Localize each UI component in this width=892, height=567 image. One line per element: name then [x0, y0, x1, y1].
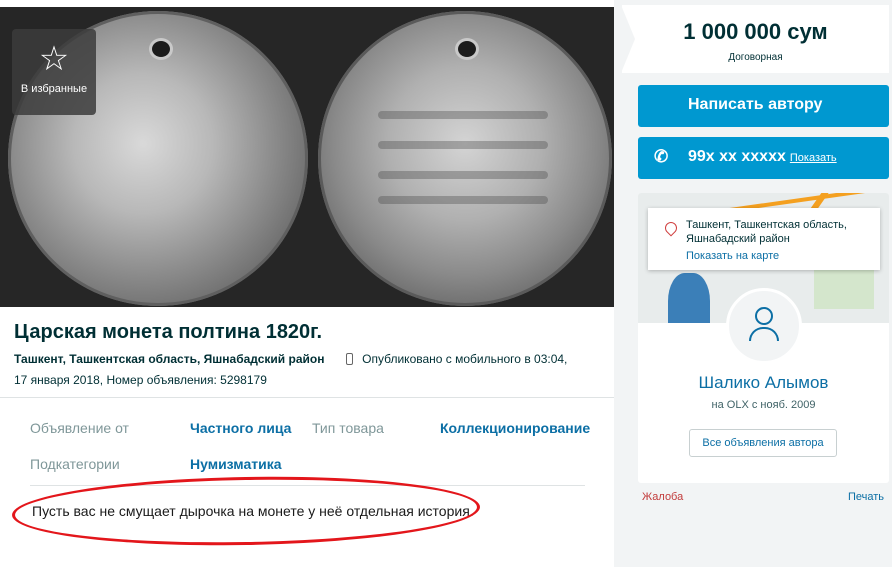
print-link[interactable]: Печать — [848, 491, 884, 503]
user-icon — [755, 307, 773, 325]
param-value-from[interactable]: Частного лица — [190, 420, 291, 436]
map-park — [814, 269, 874, 309]
author-card: Ташкент, Ташкентская область, Яшнабадски… — [638, 193, 889, 483]
coin-reverse-image — [318, 11, 612, 306]
param-value-type[interactable]: Коллекционирование — [440, 420, 590, 436]
price: 1 000 000 сум — [683, 19, 828, 44]
author-name[interactable]: Шалико Алымов — [638, 373, 889, 393]
phone-icon: ✆ — [654, 147, 669, 166]
published-label: Опубликовано с мобильного — [362, 352, 521, 366]
write-author-button[interactable]: Написать автору — [638, 85, 889, 127]
coin-hole — [458, 41, 476, 57]
coin-inscription — [378, 141, 548, 149]
published-time: в 03:04, — [524, 352, 568, 366]
location-text: Ташкент, Ташкентская область, Яшнабадски… — [686, 219, 847, 245]
listing-photo[interactable]: ☆ В избранные — [0, 7, 614, 307]
show-phone-link[interactable]: Показать — [790, 152, 837, 164]
coin-inscription — [378, 111, 548, 119]
show-on-map-link[interactable]: Показать на карте — [686, 250, 779, 262]
add-to-favorites-button[interactable]: ☆ В избранные — [12, 29, 96, 115]
listing-location: Ташкент, Ташкентская область, Яшнабадски… — [14, 352, 325, 366]
star-icon: ☆ — [38, 40, 70, 78]
phone-number: 99x xx xxxxx — [688, 148, 786, 165]
location-popup: Ташкент, Ташкентская область, Яшнабадски… — [648, 208, 880, 270]
listing-title: Царская монета полтина 1820г. — [14, 321, 323, 343]
map-pin-icon — [662, 219, 680, 237]
param-key-from: Объявление от — [30, 420, 129, 436]
phone-text: 99x xx xxxxx Показать — [688, 148, 837, 166]
favorites-label: В избранные — [20, 83, 88, 95]
complain-link[interactable]: Жалоба — [642, 491, 683, 503]
map-water — [668, 273, 710, 323]
coin-inscription — [378, 196, 548, 204]
param-row: Объявление от Частного лица Тип товара К… — [30, 420, 590, 456]
coin-inscription — [378, 171, 548, 179]
param-value-subcategory[interactable]: Нумизматика — [190, 456, 282, 472]
sidebar: 1 000 000 сум Договорная Написать автору… — [621, 0, 892, 567]
phone-button[interactable]: ✆ 99x xx xxxxx Показать — [638, 137, 889, 179]
param-key-subcategory: Подкатегории — [30, 456, 120, 472]
published-date-id: 17 января 2018, Номер объявления: 529817… — [14, 373, 267, 387]
param-key-type: Тип товара — [312, 420, 384, 436]
coin-hole — [152, 41, 170, 57]
price-box: 1 000 000 сум Договорная — [621, 5, 889, 73]
divider — [0, 397, 614, 398]
all-author-ads-button[interactable]: Все объявления автора — [689, 429, 837, 457]
write-author-label: Написать автору — [688, 96, 823, 113]
author-since: на OLX с нояб. 2009 — [711, 399, 816, 411]
negotiable-label: Договорная — [728, 52, 783, 63]
mobile-phone-icon — [345, 353, 353, 365]
envelope-icon — [654, 97, 674, 113]
listing-meta: Ташкент, Ташкентская область, Яшнабадски… — [14, 349, 594, 391]
avatar — [726, 288, 802, 364]
listing-main: ☆ В избранные Царская монета полтина 182… — [0, 0, 614, 567]
